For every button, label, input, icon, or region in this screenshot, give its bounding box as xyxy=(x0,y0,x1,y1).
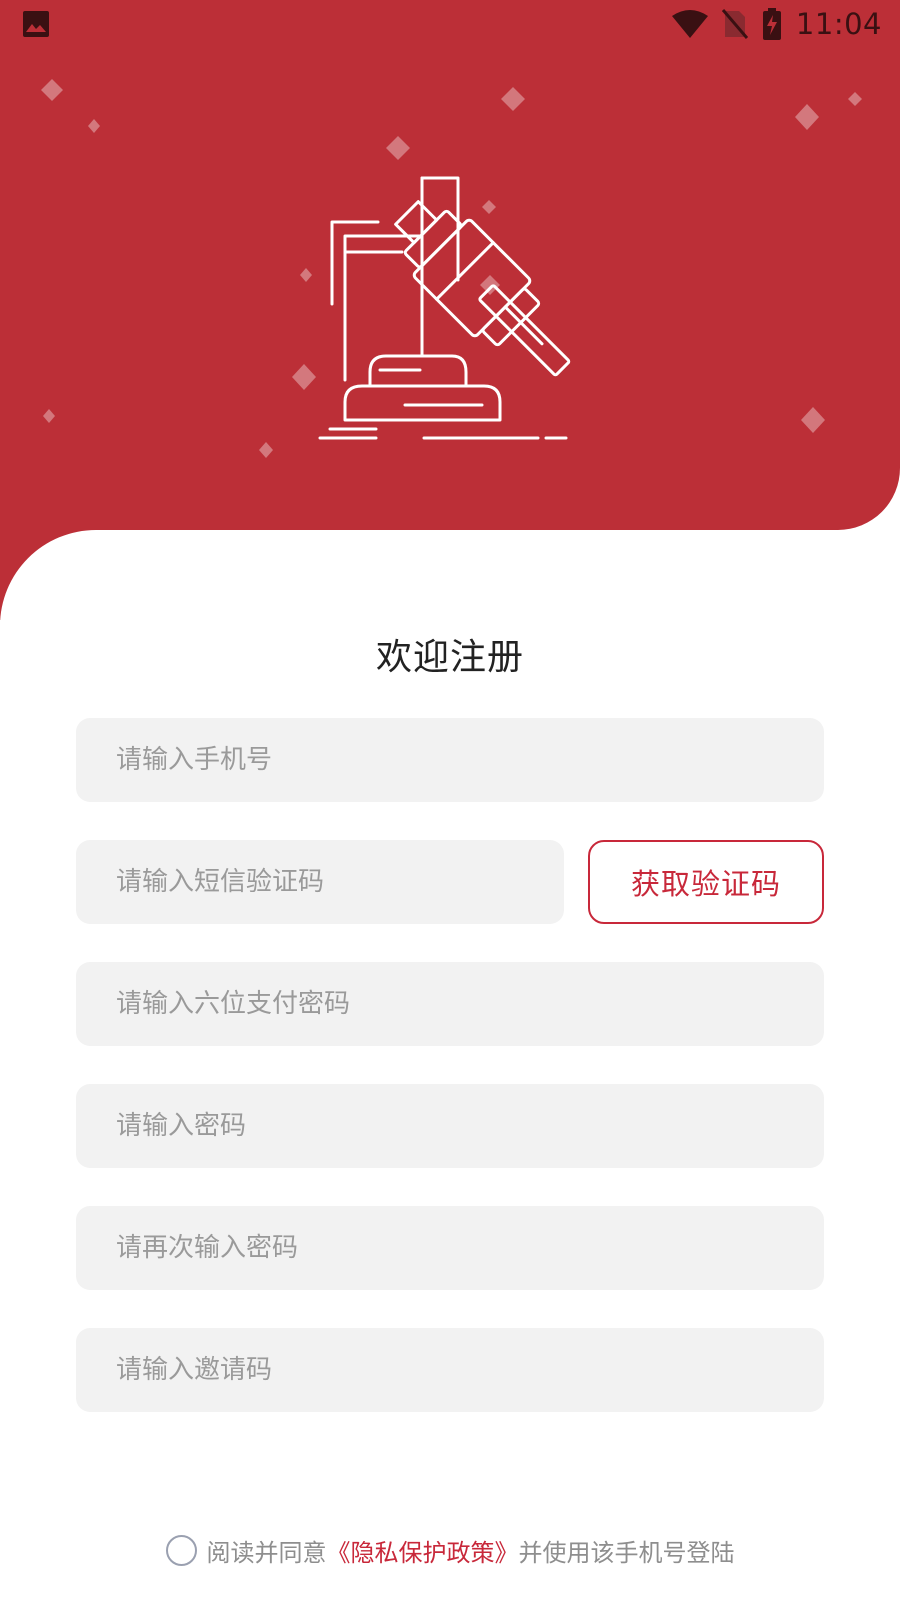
page-title: 欢迎注册 xyxy=(375,637,524,678)
invite-code-input[interactable] xyxy=(114,1354,824,1386)
status-time: 11:04 xyxy=(795,7,882,41)
status-icons: 11:04 xyxy=(671,6,882,42)
sms-code-field[interactable] xyxy=(76,840,564,924)
phone-field[interactable] xyxy=(76,718,824,802)
battery-charging-icon xyxy=(762,8,781,40)
agreement-row: 阅读并同意 《隐私保护政策》 并使用该手机号登陆 xyxy=(0,1530,900,1570)
status-bar: 11:04 xyxy=(0,0,900,48)
image-icon xyxy=(23,11,49,37)
agree-checkbox[interactable] xyxy=(165,1534,197,1566)
password-field[interactable] xyxy=(76,1084,824,1168)
wifi-icon xyxy=(671,10,708,38)
invite-code-field[interactable] xyxy=(76,1328,824,1412)
sms-code-input[interactable] xyxy=(114,866,564,898)
password-confirm-input[interactable] xyxy=(114,1232,824,1264)
pay-password-field[interactable] xyxy=(76,962,824,1046)
register-screen: 11:04 欢迎注册 请输入手机号 请输入短信验证码 获取验证码 请输入邀请码 … xyxy=(0,0,900,1600)
privacy-policy-link[interactable]: 《隐私保护政策》 xyxy=(327,1533,519,1568)
pay-password-input[interactable] xyxy=(114,988,824,1020)
agreement-suffix: 并使用该手机号登陆 xyxy=(518,1538,735,1567)
password-input[interactable] xyxy=(114,1110,824,1142)
sparkle-decor xyxy=(41,79,862,458)
no-sim-icon xyxy=(721,9,748,39)
phone-input[interactable] xyxy=(114,744,824,776)
agreement-prefix: 阅读并同意 xyxy=(206,1538,327,1567)
password-confirm-field[interactable] xyxy=(76,1206,824,1290)
form-panel xyxy=(0,530,900,1600)
gavel-icon xyxy=(41,79,862,458)
get-code-button[interactable]: 获取验证码 xyxy=(588,840,824,924)
